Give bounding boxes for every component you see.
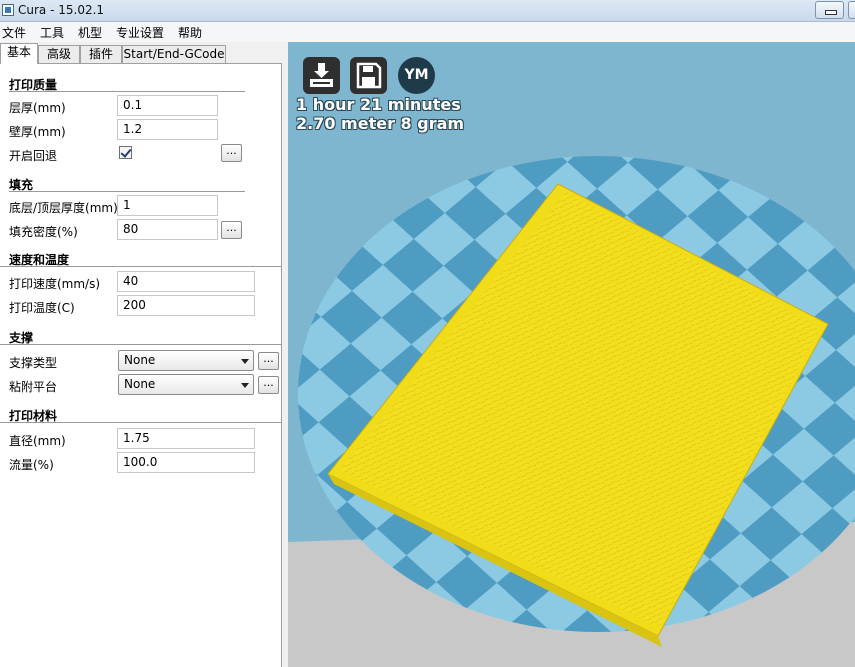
retraction-settings-button[interactable]: ...: [221, 144, 242, 162]
window-title: Cura - 15.02.1: [18, 3, 105, 17]
shell-thickness-label: 壁厚(mm): [9, 125, 66, 139]
diameter-label: 直径(mm): [9, 434, 66, 448]
retraction-checkbox[interactable]: [119, 146, 132, 159]
save-icon: [356, 62, 382, 89]
flow-label: 流量(%): [9, 458, 54, 472]
title-bar: Cura - 15.02.1: [0, 0, 855, 22]
adhesion-settings-button[interactable]: ...: [258, 376, 279, 394]
section-divider: [9, 191, 245, 192]
menu-expert[interactable]: 专业设置: [116, 24, 164, 41]
maximize-button[interactable]: [848, 1, 855, 19]
tab-gcode[interactable]: Start/End-GCode: [122, 45, 226, 64]
scene: [288, 42, 855, 667]
material-estimate: 2.70 meter 8 gram: [296, 114, 465, 133]
diameter-input[interactable]: 1.75: [117, 428, 255, 449]
layer-height-input[interactable]: 0.1: [117, 95, 218, 116]
menu-file[interactable]: 文件: [2, 24, 26, 41]
section-divider: [0, 422, 282, 423]
fill-density-label: 填充密度(%): [9, 225, 78, 239]
print-temp-label: 打印温度(C): [9, 301, 75, 315]
minimize-button[interactable]: [815, 1, 844, 19]
print-temp-input[interactable]: 200: [117, 295, 255, 316]
support-settings-button[interactable]: ...: [258, 352, 279, 370]
menu-tools[interactable]: 工具: [40, 24, 64, 41]
app-icon: [2, 4, 14, 16]
bottom-top-input[interactable]: 1: [117, 195, 218, 216]
adhesion-label: 粘附平台: [9, 380, 58, 394]
tab-basic[interactable]: 基本: [0, 43, 38, 64]
save-gcode-button[interactable]: [350, 57, 387, 94]
retraction-label: 开启回退: [9, 149, 58, 163]
support-type-select[interactable]: None: [118, 350, 254, 371]
support-type-value: None: [124, 353, 156, 367]
settings-tabs: 基本 高级 插件 Start/End-GCode: [0, 42, 288, 64]
3d-viewport[interactable]: YM 1 hour 21 minutes 2.70 meter 8 gram: [288, 42, 855, 667]
cura-window: Cura - 15.02.1 文件 工具 机型 专业设置 帮助 基本 高级 插件…: [0, 0, 855, 667]
chevron-down-icon: [241, 359, 249, 364]
fill-density-input[interactable]: 80: [117, 219, 218, 240]
youmagine-button[interactable]: YM: [398, 57, 435, 94]
chevron-down-icon: [241, 383, 249, 388]
print-speed-input[interactable]: 40: [117, 271, 255, 292]
ym-label: YM: [404, 67, 429, 83]
load-icon: [310, 63, 333, 87]
print-time-estimate: 1 hour 21 minutes: [296, 95, 461, 114]
section-divider: [9, 91, 245, 92]
fill-settings-button[interactable]: ...: [221, 221, 242, 239]
tab-advanced[interactable]: 高级: [38, 45, 80, 64]
settings-panel: 打印质量 层厚(mm) 0.1 壁厚(mm) 1.2 开启回退 ... 填充 底…: [0, 64, 282, 667]
layer-height-label: 层厚(mm): [9, 101, 66, 115]
support-type-label: 支撑类型: [9, 356, 58, 370]
adhesion-value: None: [124, 377, 156, 391]
tab-plugins[interactable]: 插件: [80, 45, 122, 64]
print-speed-label: 打印速度(mm/s): [9, 277, 101, 291]
menu-help[interactable]: 帮助: [178, 24, 202, 41]
bottom-top-label: 底层/顶层厚度(mm): [9, 201, 118, 215]
adhesion-select[interactable]: None: [118, 374, 254, 395]
section-divider: [0, 344, 282, 345]
load-model-button[interactable]: [303, 57, 340, 94]
section-divider: [0, 266, 282, 267]
menu-bar: 文件 工具 机型 专业设置 帮助: [0, 22, 855, 42]
menu-machine[interactable]: 机型: [78, 24, 102, 41]
shell-thickness-input[interactable]: 1.2: [117, 119, 218, 140]
flow-input[interactable]: 100.0: [117, 452, 255, 473]
